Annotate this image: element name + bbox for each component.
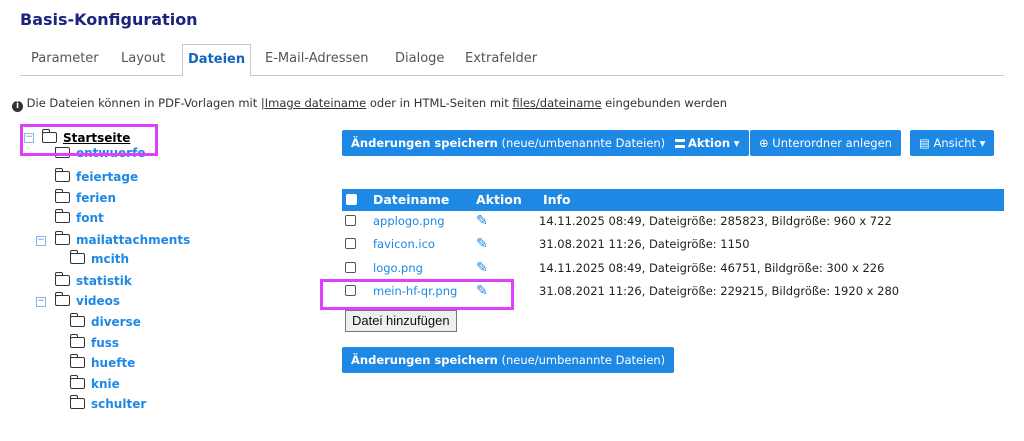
file-name-link[interactable]: applogo.png bbox=[373, 210, 445, 233]
folder-icon bbox=[69, 334, 85, 348]
add-file-button[interactable]: Datei hinzufügen bbox=[345, 310, 457, 332]
tree-node-huefte[interactable]: huefte bbox=[69, 354, 135, 372]
tree-node-fuss[interactable]: fuss bbox=[69, 334, 119, 352]
info-text: i Die Dateien können in PDF-Vorlagen mit… bbox=[12, 96, 727, 112]
pencil-icon[interactable]: ✎ bbox=[476, 210, 488, 233]
tree-node-feiertage[interactable]: feiertage bbox=[54, 168, 138, 186]
collapse-icon[interactable]: − bbox=[36, 297, 46, 307]
table-row: applogo.png ✎ 14.11.2025 08:49, Dateigrö… bbox=[342, 210, 1004, 233]
file-info: 14.11.2025 08:49, Dateigröße: 46751, Bil… bbox=[539, 261, 885, 275]
table-row: favicon.ico ✎ 31.08.2021 11:26, Dateigrö… bbox=[342, 233, 1004, 256]
folder-icon bbox=[69, 375, 85, 389]
file-info: 14.11.2025 08:49, Dateigröße: 285823, Bi… bbox=[539, 214, 892, 228]
tree-node-videos[interactable]: videos bbox=[54, 292, 120, 310]
header-info: Info bbox=[543, 192, 571, 207]
file-name-link[interactable]: favicon.ico bbox=[373, 233, 435, 256]
header-aktion: Aktion bbox=[476, 192, 522, 207]
tab-dialoge[interactable]: Dialoge bbox=[390, 44, 449, 76]
files-syntax-link: files/dateiname bbox=[512, 96, 602, 110]
folder-icon bbox=[54, 209, 70, 223]
select-all-checkbox[interactable] bbox=[346, 194, 357, 205]
page-title: Basis-Konfiguration bbox=[20, 10, 198, 29]
tree-node-ferien[interactable]: ferien bbox=[54, 189, 116, 207]
file-info: 31.08.2021 11:26, Dateigröße: 1150 bbox=[539, 237, 750, 251]
view-dropdown-button[interactable]: ▤ Ansicht ▾ bbox=[910, 130, 995, 156]
save-changes-button-bottom[interactable]: Änderungen speichern (neue/umbenannte Da… bbox=[342, 347, 675, 373]
create-subfolder-button[interactable]: ⊕ Unterordner anlegen bbox=[750, 130, 901, 156]
table-row: logo.png ✎ 14.11.2025 08:49, Dateigröße:… bbox=[342, 257, 1004, 280]
tab-parameter[interactable]: Parameter bbox=[26, 44, 104, 76]
folder-icon bbox=[69, 354, 85, 368]
caret-down-icon: ▾ bbox=[730, 136, 740, 150]
folder-icon bbox=[54, 272, 70, 286]
row-checkbox[interactable] bbox=[345, 238, 356, 249]
folder-icon bbox=[69, 313, 85, 327]
folder-icon bbox=[54, 189, 70, 203]
collapse-icon[interactable]: − bbox=[36, 236, 46, 246]
tree-node-mcith[interactable]: mcith bbox=[69, 250, 129, 268]
folder-icon bbox=[54, 168, 70, 182]
action-dropdown-button[interactable]: Aktion ▾ bbox=[666, 130, 749, 156]
folder-icon bbox=[54, 292, 70, 306]
tree-node-font[interactable]: font bbox=[54, 209, 104, 227]
tree-node-schulter[interactable]: schulter bbox=[69, 395, 146, 413]
pencil-icon[interactable]: ✎ bbox=[476, 257, 488, 280]
info-icon: i bbox=[12, 101, 23, 112]
tab-bar: Parameter Layout Dateien E-Mail-Adressen… bbox=[20, 44, 1004, 77]
highlight-mein-hf-qr-row bbox=[320, 279, 514, 310]
tab-dateien[interactable]: Dateien bbox=[182, 44, 252, 77]
tree-node-knie[interactable]: knie bbox=[69, 375, 120, 393]
tab-email-adressen[interactable]: E-Mail-Adressen bbox=[260, 44, 373, 76]
folder-icon bbox=[69, 395, 85, 409]
caret-down-icon: ▾ bbox=[976, 136, 986, 150]
pencil-icon[interactable]: ✎ bbox=[476, 233, 488, 256]
highlight-startseite bbox=[20, 124, 158, 156]
plus-circle-icon: ⊕ bbox=[759, 136, 773, 150]
file-name-link[interactable]: logo.png bbox=[373, 257, 423, 280]
tab-extrafelder[interactable]: Extrafelder bbox=[460, 44, 542, 76]
file-info: 31.08.2021 11:26, Dateigröße: 229215, Bi… bbox=[539, 284, 900, 298]
grid-icon bbox=[675, 139, 685, 148]
image-syntax-link: |Image dateiname bbox=[260, 96, 367, 110]
save-changes-button-top[interactable]: Änderungen speichern (neue/umbenannte Da… bbox=[342, 130, 675, 156]
header-dateiname: Dateiname bbox=[373, 192, 450, 207]
file-table-header: Dateiname Aktion Info bbox=[342, 189, 1004, 211]
tree-node-diverse[interactable]: diverse bbox=[69, 313, 141, 331]
row-checkbox[interactable] bbox=[345, 262, 356, 273]
tree-node-statistik[interactable]: statistik bbox=[54, 272, 132, 290]
folder-icon bbox=[69, 250, 85, 264]
tree-node-mailattachments[interactable]: mailattachments bbox=[54, 231, 190, 249]
document-icon: ▤ bbox=[919, 136, 934, 150]
row-checkbox[interactable] bbox=[345, 215, 356, 226]
folder-icon bbox=[54, 231, 70, 245]
tab-layout[interactable]: Layout bbox=[116, 44, 170, 76]
